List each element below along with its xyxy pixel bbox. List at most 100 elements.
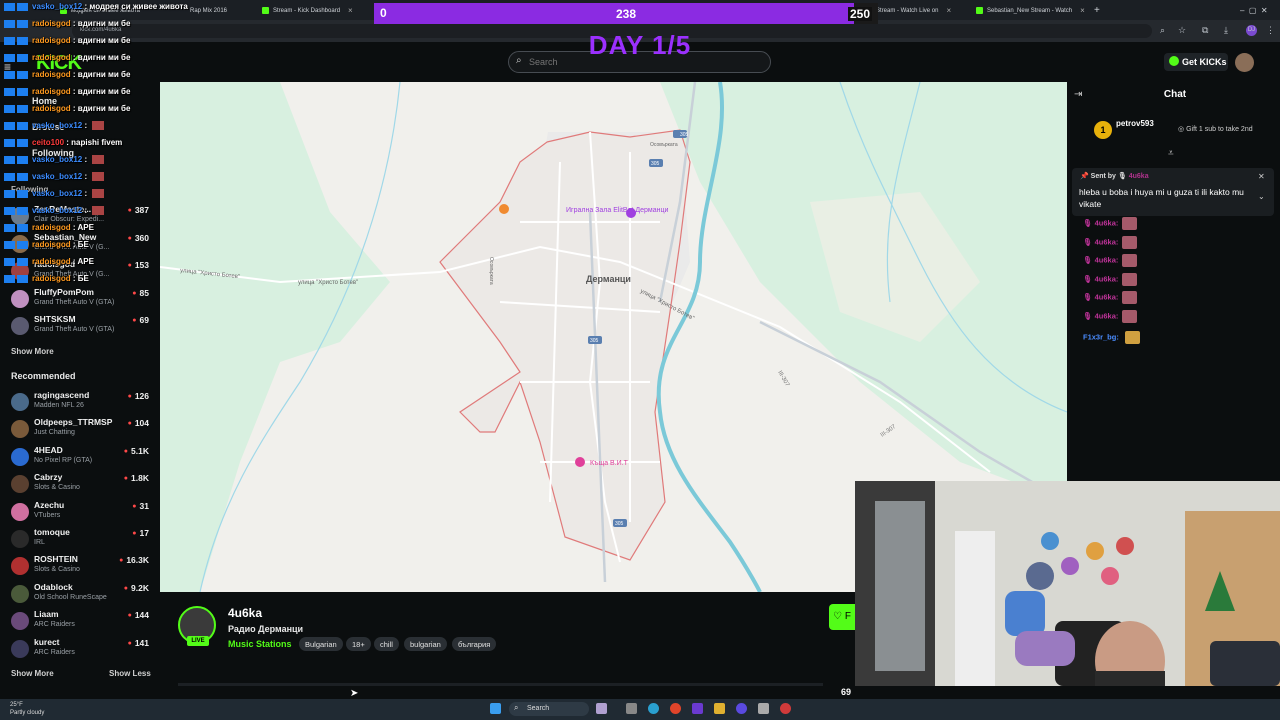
chat-username[interactable]: 🎙 4u6ka: bbox=[1083, 218, 1118, 227]
chat-title: Chat bbox=[1163, 89, 1187, 100]
obs-icon[interactable] bbox=[736, 703, 747, 714]
channel-name: ROSHTEIN bbox=[34, 554, 78, 565]
stream-tag[interactable]: bulgarian bbox=[404, 637, 447, 651]
channel-category: ARC Raiders bbox=[34, 621, 75, 629]
leaderboard-user[interactable]: petrov593 bbox=[1116, 119, 1154, 128]
file-explorer-icon[interactable] bbox=[714, 703, 725, 714]
chat-username[interactable]: F1x3r_bg bbox=[1083, 332, 1116, 341]
calculator-icon[interactable] bbox=[758, 703, 769, 714]
chat-username[interactable]: 🎙 4u6ka: bbox=[1083, 293, 1118, 302]
chat-message: 🎙 4u6ka: bbox=[1083, 310, 1138, 323]
browser-tab[interactable]: Sebastian_New Stream - Watch × bbox=[976, 3, 1088, 18]
sidebar-channel[interactable]: OdablockOld School RuneScape 9.2K bbox=[11, 582, 153, 608]
sidebar-channel[interactable]: AzechuVTubers 31 bbox=[11, 500, 153, 526]
show-more-recommended[interactable]: Show More bbox=[11, 669, 54, 678]
sent-by-user[interactable]: 4u6ka bbox=[1129, 173, 1149, 180]
browser-tab[interactable]: Stream - Kick Dashboard × bbox=[262, 3, 372, 18]
filter-icon[interactable]: ⩡ bbox=[1168, 148, 1174, 159]
chat-username[interactable]: 🎙 4u6ka: bbox=[1083, 274, 1118, 283]
app-icon[interactable] bbox=[780, 703, 791, 714]
weather-widget[interactable]: 25°F Partly cloudy bbox=[10, 701, 44, 717]
menu-icon[interactable]: ⋮ bbox=[1266, 25, 1275, 36]
channel-name: ZenReMaste... bbox=[34, 204, 92, 214]
channel-category: Old School RuneScape bbox=[34, 593, 107, 601]
app-icon[interactable] bbox=[692, 703, 703, 714]
channel-name: kurect bbox=[34, 636, 60, 647]
task-view-icon[interactable] bbox=[626, 703, 637, 714]
start-menu-icon[interactable] bbox=[490, 703, 501, 714]
tab-close-icon[interactable]: × bbox=[348, 6, 353, 15]
bookmark-star-icon[interactable]: ☆ bbox=[1178, 25, 1186, 36]
sidebar-channel[interactable]: 4HEADNo Pixel RP (GTA) 5.1K bbox=[11, 445, 153, 471]
food-pin-icon[interactable] bbox=[499, 204, 509, 214]
stream-category[interactable]: Music Stations bbox=[228, 639, 292, 649]
emote-icon bbox=[1122, 310, 1138, 323]
sidebar-channel[interactable]: kurectARC Raiders 141 bbox=[11, 637, 153, 663]
collapse-chat-icon[interactable]: ⇥ bbox=[1074, 89, 1082, 100]
browser-tab[interactable]: Rap Mix 2016 bbox=[190, 3, 250, 18]
browser-tab[interactable]: Stream - Watch Live on × bbox=[876, 3, 966, 18]
sidebar-channel[interactable]: SHTSKSM Grand Theft Auto V (GTA) 69 bbox=[11, 314, 153, 340]
tab-close-icon[interactable]: × bbox=[946, 6, 951, 15]
channel-viewers: 141 bbox=[128, 638, 149, 648]
channel-name: 4HEAD bbox=[34, 444, 63, 455]
chevron-down-icon[interactable]: ⌄ bbox=[1258, 192, 1265, 201]
sidebar-channel[interactable]: Sebastian_NewGrand Theft Auto V (G... 360 bbox=[11, 232, 153, 258]
stream-tag[interactable]: 18+ bbox=[346, 637, 371, 651]
sidebar-channel[interactable]: ragingascend Madden NFL 26 126 bbox=[11, 390, 153, 416]
extensions-icon[interactable]: ⧉ bbox=[1202, 25, 1208, 36]
recommended-heading: Recommended bbox=[11, 371, 76, 381]
channel-viewers: 5.1K bbox=[124, 446, 149, 456]
chat-message: 🎙 4u6ka: bbox=[1083, 217, 1138, 230]
unpin-icon[interactable]: ✕ bbox=[1258, 172, 1265, 181]
sidebar-channel[interactable]: Oldpeeps_TTRMSPJust Chatting 104 bbox=[11, 417, 153, 443]
emote-icon bbox=[1122, 254, 1138, 268]
channel-category: Grand Theft Auto V (G... bbox=[34, 271, 110, 278]
sidebar-following-nav[interactable]: Following bbox=[32, 148, 74, 158]
streamer-name[interactable]: 4u6ka bbox=[228, 606, 262, 620]
hamburger-menu-icon[interactable]: ≡ bbox=[4, 60, 11, 74]
user-avatar[interactable] bbox=[1235, 53, 1254, 72]
tab-label: Rap Mix 2016 bbox=[190, 7, 228, 14]
chrome-browser-icon[interactable] bbox=[670, 703, 681, 714]
stream-tag[interactable]: българия bbox=[452, 637, 497, 651]
gift-sub-prompt[interactable]: ◎ Gift 1 sub to take 2nd bbox=[1178, 125, 1253, 133]
chat-username[interactable]: 🎙 4u6ka: bbox=[1083, 256, 1118, 265]
widgets-icon[interactable] bbox=[596, 703, 607, 714]
poi-label: Игрална Зала ElitBet Дерманци bbox=[566, 207, 668, 214]
window-controls[interactable]: – ▢ ✕ bbox=[1240, 3, 1280, 18]
channel-name: Oldpeeps_TTRMSP bbox=[34, 417, 113, 428]
sidebar-channel[interactable]: LiaamARC Raiders 144 bbox=[11, 609, 153, 635]
edge-browser-icon[interactable] bbox=[648, 703, 659, 714]
channel-avatar bbox=[11, 639, 29, 658]
channel-name: Cabrzy bbox=[34, 472, 63, 483]
stream-tag[interactable]: chill bbox=[374, 637, 399, 651]
sidebar-home[interactable]: Home bbox=[32, 96, 57, 106]
chat-username[interactable]: 🎙 4u6ka: bbox=[1083, 237, 1118, 246]
channel-viewers: 126 bbox=[128, 391, 149, 401]
show-more-following[interactable]: Show More bbox=[11, 347, 54, 356]
show-less-recommended[interactable]: Show Less bbox=[109, 669, 151, 678]
follow-button[interactable]: ♡ F bbox=[829, 604, 855, 630]
chat-message: 🎙 4u6ka: bbox=[1083, 235, 1138, 249]
new-tab-icon[interactable]: + bbox=[1094, 3, 1106, 18]
sidebar-channel[interactable]: ZenReMaste... Clair Obscur: Expedi... 387 bbox=[11, 204, 153, 230]
chat-message: 🎙 4u6ka: bbox=[1083, 254, 1138, 268]
chat-username[interactable]: 🎙 4u6ka: bbox=[1083, 311, 1118, 320]
kick-logo[interactable]: KICK bbox=[36, 52, 82, 75]
zoom-icon[interactable]: ⌕ bbox=[1160, 25, 1165, 36]
stream-tag[interactable]: Bulgarian bbox=[299, 637, 343, 651]
sidebar-channel[interactable]: radoisgod Grand Theft Auto V (G... 153 bbox=[11, 259, 153, 285]
sidebar-browse[interactable]: Browse bbox=[32, 122, 65, 132]
profile-icon[interactable]: DJ bbox=[1246, 25, 1257, 36]
download-icon[interactable]: ⤓ bbox=[1224, 25, 1228, 36]
town-label: Дерманци bbox=[586, 274, 631, 284]
sidebar-channel[interactable]: CabrzySlots & Casino 1.8K bbox=[11, 472, 153, 498]
sidebar-channel[interactable]: FluffyPomPomGrand Theft Auto V (GTA) 85 bbox=[11, 287, 153, 313]
sidebar-channel[interactable]: tomoque IRL 17 bbox=[11, 527, 153, 553]
sidebar-channel[interactable]: ROSHTEINSlots & Casino 16.3K bbox=[11, 554, 153, 580]
house-pin-icon[interactable] bbox=[575, 457, 585, 467]
tab-close-icon[interactable]: × bbox=[1080, 6, 1085, 15]
sent-by-label: Sent by bbox=[1090, 173, 1116, 180]
taskbar-search[interactable]: Search bbox=[509, 702, 589, 716]
